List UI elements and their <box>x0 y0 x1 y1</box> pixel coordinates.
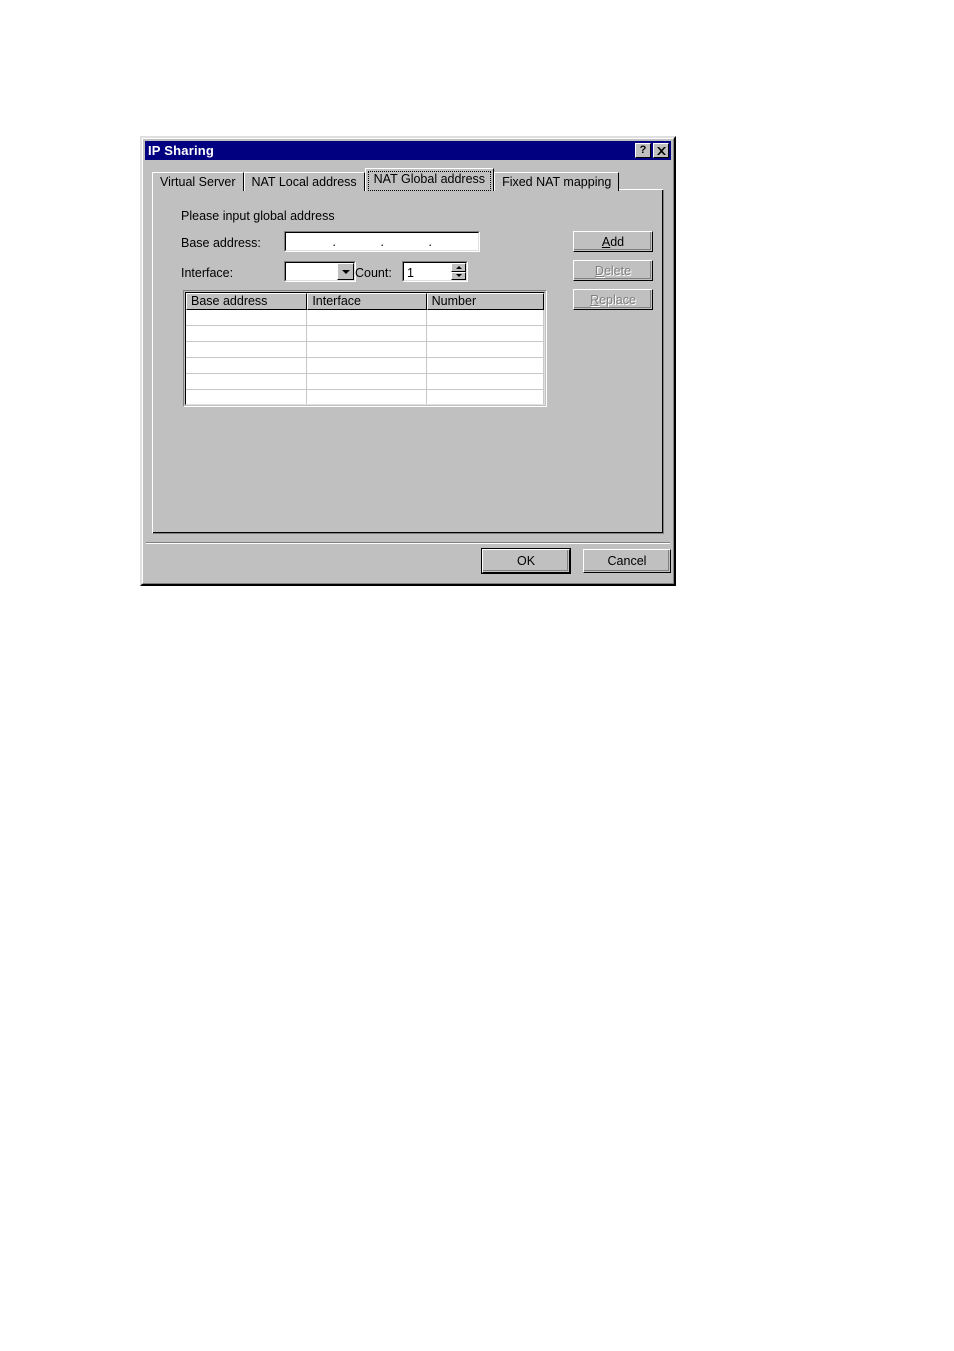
ok-button[interactable]: OK <box>481 548 571 574</box>
table-cell <box>427 342 544 357</box>
table-row[interactable] <box>186 326 544 342</box>
table-cell <box>186 390 308 404</box>
table-cell <box>307 342 427 357</box>
replace-button[interactable]: Replace <box>573 289 653 310</box>
chevron-down-icon[interactable] <box>337 263 354 280</box>
count-input[interactable]: 1 <box>402 261 468 282</box>
table-cell <box>307 326 427 341</box>
count-value: 1 <box>407 266 414 280</box>
table-row[interactable] <box>186 342 544 358</box>
table-cell <box>307 390 427 404</box>
table-inner-frame: Base address Interface Number <box>185 292 545 405</box>
table-row[interactable] <box>186 374 544 390</box>
ip-octet-2[interactable]: . <box>334 233 384 250</box>
tab-content-inner: Please input global address Base address… <box>153 190 663 533</box>
ok-button-label: OK <box>516 554 536 568</box>
column-header-interface[interactable]: Interface <box>307 293 427 310</box>
table-cell <box>427 374 544 389</box>
table-cell <box>427 310 544 325</box>
help-icon[interactable]: ? <box>635 143 651 158</box>
table-cell <box>307 374 427 389</box>
table-cell <box>186 358 308 373</box>
table-cell <box>427 326 544 341</box>
table-header-row: Base address Interface Number <box>186 293 544 310</box>
tab-virtual-server[interactable]: Virtual Server <box>152 172 244 191</box>
close-icon[interactable] <box>653 143 669 158</box>
interface-label: Interface: <box>181 266 234 280</box>
table-row[interactable] <box>186 310 544 326</box>
stepper-up-icon[interactable] <box>451 263 466 272</box>
table-body <box>186 310 544 404</box>
ip-octet-group: . . . <box>286 233 478 250</box>
column-header-number[interactable]: Number <box>426 293 544 310</box>
tab-nat-global-address[interactable]: NAT Global address <box>364 168 495 191</box>
table-row[interactable] <box>186 358 544 374</box>
instruction-text: Please input global address <box>181 209 335 223</box>
table-cell <box>307 358 427 373</box>
tab-fixed-nat-mapping[interactable]: Fixed NAT mapping <box>494 172 620 191</box>
base-address-input-inner: . . . <box>285 232 479 251</box>
dialog-inner-frame: IP Sharing ? Virtual Server NAT Local ad… <box>142 138 674 584</box>
add-button-label: Add <box>601 234 625 249</box>
cancel-button[interactable]: Cancel <box>583 549 671 573</box>
table-row[interactable] <box>186 390 544 404</box>
tab-content-panel: Please input global address Base address… <box>152 189 664 534</box>
table-cell <box>307 310 427 325</box>
window-title: IP Sharing <box>148 143 215 158</box>
table-cell <box>186 374 308 389</box>
cancel-button-label: Cancel <box>607 554 647 568</box>
close-x-glyph <box>656 146 666 155</box>
ip-sharing-dialog: IP Sharing ? Virtual Server NAT Local ad… <box>140 136 676 586</box>
table-cell <box>427 358 544 373</box>
tab-nat-local-address[interactable]: NAT Local address <box>243 172 365 191</box>
table-outer-frame: Base address Interface Number <box>183 290 547 407</box>
count-stepper <box>451 263 466 280</box>
interface-dropdown[interactable] <box>284 261 356 282</box>
tab-strip: Virtual Server NAT Local address NAT Glo… <box>152 168 620 191</box>
table-cell <box>427 390 544 404</box>
tab-label: NAT Local address <box>251 175 357 189</box>
table-cell <box>186 342 308 357</box>
tab-label: NAT Global address <box>373 172 486 186</box>
table-cell <box>186 326 308 341</box>
ip-octet-3[interactable]: . <box>382 233 432 250</box>
ip-octet-1[interactable]: . <box>286 233 336 250</box>
title-bar-buttons: ? <box>635 143 669 158</box>
delete-button-label: Delete <box>594 263 632 278</box>
help-glyph: ? <box>639 144 647 156</box>
tab-label: Fixed NAT mapping <box>502 175 612 189</box>
table-cell <box>186 310 308 325</box>
tab-label: Virtual Server <box>160 175 236 189</box>
global-address-table[interactable]: Base address Interface Number <box>183 290 547 407</box>
footer-divider <box>146 542 670 544</box>
title-bar[interactable]: IP Sharing ? <box>145 141 671 160</box>
base-address-input[interactable]: . . . <box>284 231 480 252</box>
replace-button-label: Replace <box>590 292 636 307</box>
stepper-down-icon[interactable] <box>451 271 466 280</box>
count-label: Count: <box>355 266 392 280</box>
column-header-base-address[interactable]: Base address <box>186 293 308 310</box>
ip-octet-4[interactable] <box>430 233 478 250</box>
add-button[interactable]: Add <box>573 231 653 252</box>
delete-button[interactable]: Delete <box>573 260 653 281</box>
base-address-label: Base address: <box>181 236 261 250</box>
